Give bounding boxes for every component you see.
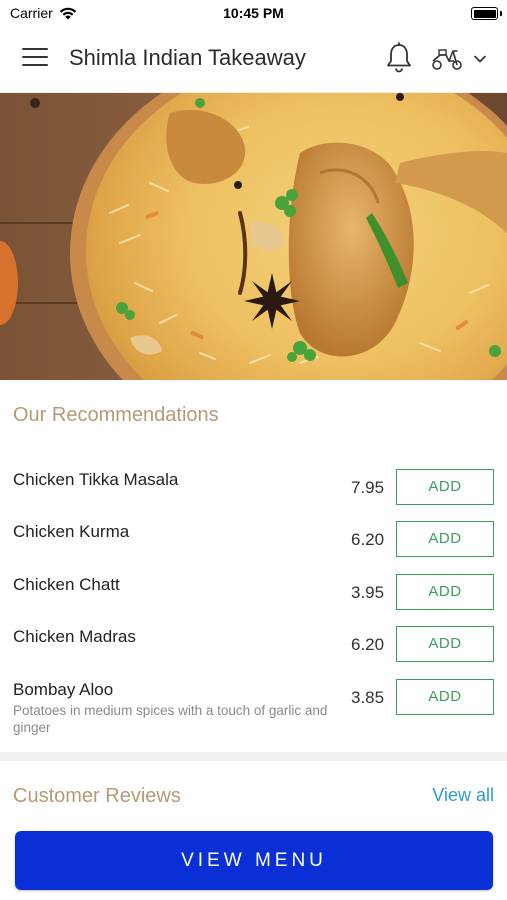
recommendations-title: Our Recommendations (13, 404, 219, 426)
item-name: Chicken Chatt (13, 575, 120, 594)
recommendation-item: Chicken Kurma 6.20 ADD (0, 521, 507, 574)
battery-icon (471, 7, 498, 20)
item-price: 3.95 (351, 583, 385, 602)
item-price: 3.85 (351, 688, 385, 707)
section-divider (0, 752, 507, 761)
bell-icon[interactable] (385, 42, 413, 74)
item-price: 6.20 (351, 530, 385, 549)
app-title: Shimla Indian Takeaway (69, 45, 306, 70)
item-name: Chicken Tikka Masala (13, 470, 179, 489)
item-name: Chicken Kurma (13, 522, 130, 541)
recommendation-item: Chicken Madras 6.20 ADD (0, 626, 507, 679)
scooter-icon[interactable] (430, 46, 464, 72)
item-price: 7.95 (351, 478, 385, 497)
add-button[interactable]: ADD (396, 626, 494, 662)
add-button[interactable]: ADD (396, 469, 494, 505)
view-menu-button[interactable]: VIEW MENU (15, 831, 493, 890)
app-header: Shimla Indian Takeaway (0, 26, 507, 93)
chevron-down-icon[interactable] (472, 52, 488, 66)
item-name: Bombay Aloo (13, 680, 114, 699)
recommendation-item: Chicken Tikka Masala 7.95 ADD (0, 469, 507, 522)
biryani-illustration (0, 93, 507, 380)
status-time: 10:45 PM (223, 5, 284, 21)
add-button[interactable]: ADD (396, 521, 494, 557)
status-bar: Carrier 10:45 PM (0, 0, 507, 26)
view-all-link[interactable]: View all (432, 785, 494, 806)
app-screen: Carrier 10:45 PM Shimla Indian Takeaway (0, 0, 507, 900)
item-description: Potatoes in medium spices with a touch o… (13, 703, 328, 735)
menu-icon[interactable] (22, 48, 48, 70)
reviews-title: Customer Reviews (13, 785, 181, 807)
item-name: Chicken Madras (13, 627, 136, 646)
recommendation-item: Bombay Aloo Potatoes in medium spices wi… (0, 679, 507, 744)
add-button[interactable]: ADD (396, 679, 494, 715)
hero-image (0, 93, 507, 380)
item-price: 6.20 (351, 635, 385, 654)
battery-cap (500, 11, 502, 16)
recommendation-item: Chicken Chatt 3.95 ADD (0, 574, 507, 627)
add-button[interactable]: ADD (396, 574, 494, 610)
